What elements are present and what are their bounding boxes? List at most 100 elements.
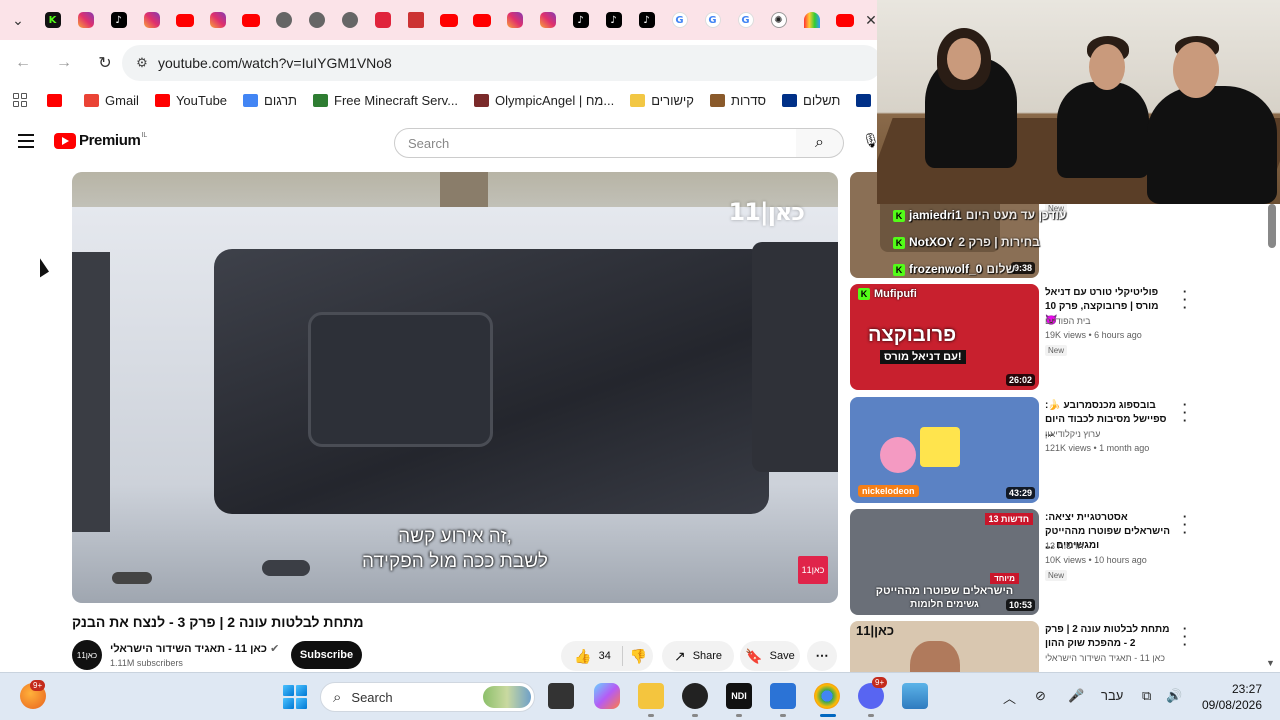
taskbar-search[interactable]: ⌕ Search (320, 682, 535, 712)
subscriber-count: 1.11M subscribers (110, 658, 183, 668)
recommendation-menu-icon[interactable]: · · · (1180, 510, 1190, 539)
browser-tab[interactable]: G (663, 0, 696, 40)
instagram-icon (143, 12, 160, 28)
recommendation-item[interactable]: nickelodeon 43:29 בובספוג מכנסמרובע 🍌: ספי… (849, 397, 1280, 503)
browser-tab[interactable]: ♪ (564, 0, 597, 40)
browser-tab[interactable]: ♪ (102, 0, 135, 40)
bookmark-item[interactable]: YouTube (154, 93, 227, 108)
recommendation-title[interactable]: מתחת לבלטות עונה 2 | פרק 2 - מהפכת שוק ה… (1045, 623, 1173, 651)
bookmark-item[interactable]: קישורים (630, 93, 694, 108)
tab-search-chevron-icon[interactable]: ⌄ (0, 0, 36, 40)
scroll-down-icon[interactable]: ▼ (1266, 658, 1275, 668)
browser-tab[interactable] (300, 0, 333, 40)
bookmark-item[interactable]: תרגום (243, 93, 297, 108)
recommendation-channel[interactable]: בית הפודיום (1045, 316, 1185, 326)
bookmark-item[interactable]: OlympicAngel | מח... (474, 93, 614, 108)
browser-tab[interactable] (828, 0, 861, 40)
recommendation-item[interactable]: K Mufipufi פרובוקצה עם דניאל מורס! 26:02 פולי… (849, 284, 1280, 390)
tiktok-icon: ♪ (110, 12, 127, 28)
recommendation-thumbnail[interactable]: nickelodeon 43:29 (850, 397, 1039, 503)
tray-chevron-icon[interactable]: ︿ (1003, 688, 1016, 707)
photos-icon[interactable] (902, 683, 928, 709)
ndi-icon[interactable]: NDI (726, 683, 752, 709)
channel-name[interactable]: כאן 11 - תאגיד השידור הישראלי (110, 643, 267, 655)
search-input[interactable] (408, 135, 778, 151)
microphone-icon[interactable]: 🎤 (1068, 688, 1084, 704)
back-arrow-icon[interactable]: ← (5, 45, 41, 81)
volume-icon[interactable]: 🔊 (1166, 688, 1182, 704)
omnibox[interactable]: ⚙ youtube.com/watch?v=IuIYGM1VNo8 (122, 45, 882, 81)
url-text[interactable]: youtube.com/watch?v=IuIYGM1VNo8 (158, 55, 392, 71)
network-off-icon[interactable]: ⊘ (1035, 688, 1046, 704)
recommendation-item[interactable]: חדשות 13 מיוחד הישראלים שפוטרו מההייטק גשימ… (849, 509, 1280, 615)
search-button[interactable]: ⌕ (796, 128, 844, 158)
verified-icon: ✔ (270, 643, 280, 655)
browser-tab[interactable] (531, 0, 564, 40)
recommendation-menu-icon[interactable]: · · · (1180, 622, 1190, 651)
browser-tab[interactable] (498, 0, 531, 40)
apps-grid-icon[interactable] (13, 93, 27, 107)
browser-tab[interactable] (135, 0, 168, 40)
channel-badge[interactable]: כאן11 (798, 556, 828, 584)
reload-icon[interactable]: ↻ (87, 45, 123, 81)
save-button[interactable]: 🔖 Save (740, 641, 800, 671)
browser-tab[interactable] (69, 0, 102, 40)
browser-tab[interactable] (234, 0, 267, 40)
subscribe-button[interactable]: Subscribe (291, 641, 362, 669)
file-explorer-icon[interactable] (638, 683, 664, 709)
bookmark-item[interactable]: Free Minecraft Serv... (313, 93, 458, 108)
recommendation-menu-icon[interactable]: · · · (1180, 285, 1190, 314)
more-actions-button[interactable]: ⋯ (807, 641, 837, 671)
browser-tab[interactable] (366, 0, 399, 40)
site-info-icon[interactable]: ⚙ (128, 55, 156, 71)
browser-tab[interactable] (465, 0, 498, 40)
recommendation-channel[interactable]: חדשות 13 (1045, 541, 1185, 551)
bookmark-item[interactable] (47, 93, 68, 107)
bookmark-item[interactable]: סדרות (709, 93, 766, 108)
recommendation-thumbnail[interactable]: חדשות 13 מיוחד הישראלים שפוטרו מההייטק גשימ… (850, 509, 1039, 615)
notepad-icon[interactable] (770, 683, 796, 709)
obs-icon[interactable] (682, 683, 708, 709)
browser-tab[interactable] (795, 0, 828, 40)
wifi-icon[interactable]: ⧉ (1142, 688, 1151, 704)
channel-avatar[interactable]: כאן11 (72, 640, 102, 670)
clock[interactable]: 23:27 09/08/2026 (1196, 681, 1262, 713)
browser-tab[interactable] (333, 0, 366, 40)
chrome-icon[interactable] (814, 683, 840, 709)
recommendation-item[interactable]: כאן|11 מתחת לבלטות עונה 2 | פרק 2 - מהפכת… (849, 621, 1280, 672)
recommendation-channel[interactable]: כאן 11 - תאגיד השידור הישראלי (1045, 653, 1185, 663)
forward-arrow-icon[interactable]: → (46, 45, 82, 81)
browser-tab[interactable]: ♪ (597, 0, 630, 40)
scrollbar-thumb[interactable] (1268, 204, 1276, 248)
language-indicator[interactable]: עבר (1101, 688, 1123, 703)
bookmark-item[interactable]: Gmail (84, 93, 139, 108)
recommendation-thumbnail[interactable]: כאן|11 (850, 621, 1039, 672)
browser-tab[interactable]: ✺ (762, 0, 795, 40)
recommendation-thumbnail[interactable]: K Mufipufi פרובוקצה עם דניאל מורס! 26:02 (850, 284, 1039, 390)
task-view-icon[interactable] (548, 683, 574, 709)
browser-tab[interactable]: K (36, 0, 69, 40)
browser-tab[interactable] (399, 0, 432, 40)
chrome-icon (308, 12, 325, 28)
youtube-logo[interactable]: Premium IL (54, 132, 147, 149)
browser-tab[interactable]: ♪ (630, 0, 663, 40)
browser-tab[interactable] (432, 0, 465, 40)
like-count[interactable]: 34 (599, 650, 623, 662)
dislike-icon[interactable]: 👎 (623, 648, 653, 665)
browser-tab[interactable]: G (696, 0, 729, 40)
browser-tab[interactable]: G (729, 0, 762, 40)
start-button[interactable] (283, 685, 307, 709)
browser-tab[interactable] (168, 0, 201, 40)
browser-tab[interactable] (267, 0, 300, 40)
like-icon[interactable]: 👍 (567, 648, 599, 665)
share-button[interactable]: ↗ Share (662, 641, 734, 671)
channel-name-row[interactable]: כאן 11 - תאגיד השידור הישראלי ✔ (110, 642, 279, 655)
recommendation-menu-icon[interactable]: · · · (1180, 398, 1190, 427)
recommendation-channel[interactable]: ערוץ ניקלודיאון (1045, 429, 1185, 439)
search-box[interactable] (394, 128, 797, 158)
copilot-icon[interactable] (594, 683, 620, 709)
menu-icon[interactable] (18, 134, 34, 148)
video-player[interactable]: כאן|11 זה אירוע קשה, לשבת ככה מול הפקידה… (72, 172, 838, 603)
browser-tab[interactable] (201, 0, 234, 40)
bookmark-item[interactable]: תשלום (782, 93, 840, 108)
